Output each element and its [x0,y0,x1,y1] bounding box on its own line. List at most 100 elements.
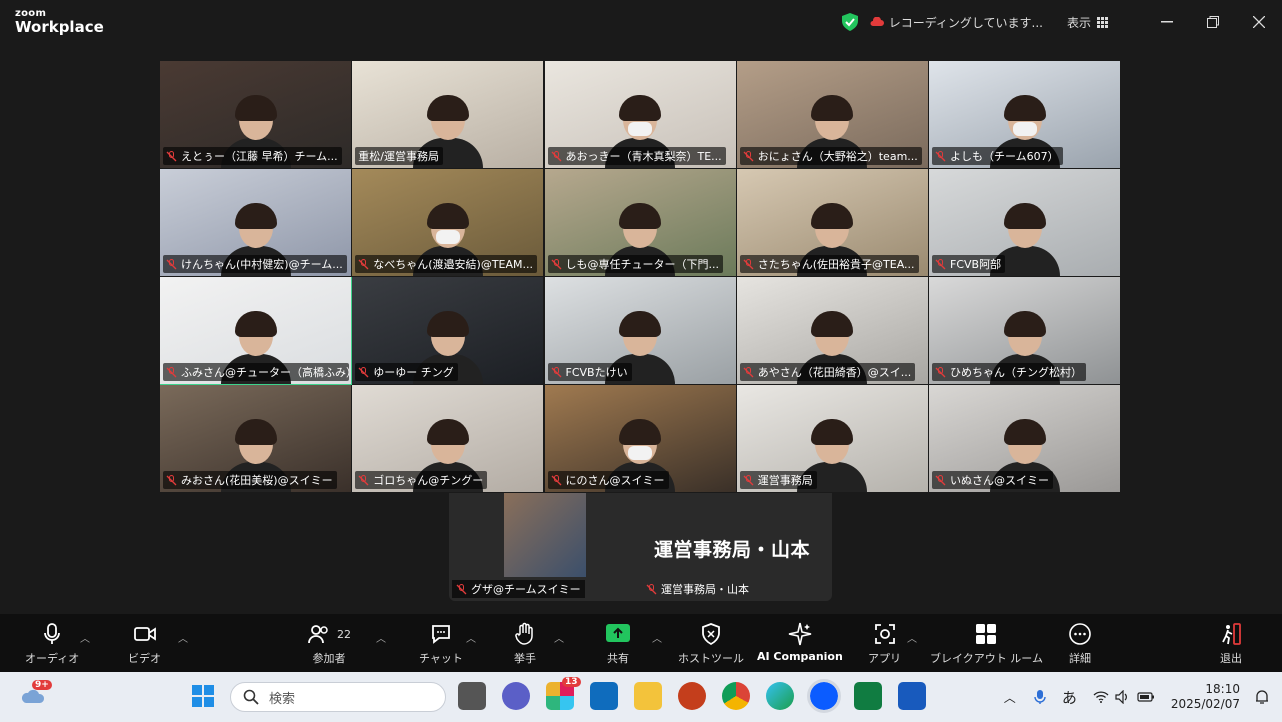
participant-tile[interactable]: FCVB阿部 [929,169,1121,277]
outlook-icon[interactable] [590,682,618,710]
participant-tile[interactable]: ふみさん@チューター（高橋ふみ） [160,277,352,385]
zoom-logo: zoom Workplace [15,9,104,35]
apps-icon [874,624,895,644]
mic-muted-icon [743,150,754,161]
clock[interactable]: 18:10 2025/02/07 [1171,682,1240,712]
host-tools-button[interactable]: ホストツール [678,622,744,666]
clock-time: 18:10 [1205,682,1240,696]
participant-tile[interactable]: いぬさん@スイミー [929,385,1121,493]
participant-tile[interactable]: さたちゃん(佐田裕貴子@TEA... [736,169,929,277]
ai-companion-button[interactable]: AI Companion [757,622,843,663]
excel-icon[interactable] [854,682,882,710]
slack-badge: 13 [562,677,581,687]
mic-muted-icon [743,366,754,377]
wifi-icon[interactable] [1093,691,1109,703]
zoom-taskbar-icon[interactable] [807,679,841,713]
participants-options-caret[interactable]: ︿ [376,630,386,645]
participant-label: ゆーゆー チング [355,363,458,381]
participant-label: おにょさん（大野裕之）team... [739,147,922,165]
video-options-caret[interactable]: ︿ [178,630,188,645]
leave-button[interactable]: 退出 [1219,622,1243,666]
word-icon[interactable] [898,682,926,710]
apps-label: アプリ [868,652,901,665]
participants-label: 参加者 [312,652,346,665]
participant-tile[interactable]: にのさん@スイミー [544,385,737,493]
microphone-icon [44,623,61,644]
video-button[interactable]: ビデオ [128,622,161,666]
tray-overflow-chevron-icon[interactable]: ︿ [1004,689,1016,706]
view-button[interactable]: 表示 [1067,14,1108,31]
participant-tile[interactable]: ゴロちゃん@チングー [352,385,545,493]
slack-icon[interactable]: 13 [546,677,581,710]
participant-label: ふみさん@チューター（高橋ふみ） [163,363,349,381]
participant-name: FCVBたけい [565,366,628,379]
participant-tile[interactable]: なべちゃん(渡邉安結)@TEAM... [352,169,545,277]
speaker-icon[interactable] [1115,690,1131,704]
file-explorer-icon[interactable] [634,682,662,710]
participant-tile[interactable]: よしも（チーム607） [929,61,1121,169]
tray-microphone-icon[interactable] [1034,689,1046,705]
participant-video-thumbnail[interactable] [504,493,586,577]
recording-indicator[interactable]: レコーディングしています... [870,14,1043,31]
apps-options-caret[interactable]: ︿ [907,630,917,645]
participant-tile[interactable]: けんちゃん(中村健宏)@チーム... [160,169,352,277]
audio-options-caret[interactable]: ︿ [80,630,90,645]
more-button[interactable]: 詳細 [1068,622,1092,666]
reactions-options-caret[interactable]: ︿ [554,630,564,645]
chat-options-caret[interactable]: ︿ [466,630,476,645]
raise-hand-button[interactable]: 挙手 [513,622,537,666]
notification-bell-icon[interactable] [1254,689,1270,705]
participant-name: グザ@チームスイミー [471,583,581,596]
chrome-icon[interactable] [722,682,750,710]
windows-taskbar: 9+ 検索 13 ︿ あ 18:10 2025/02/07 [0,672,1282,722]
participant-label: よしも（チーム607） [932,147,1063,165]
participant-tile[interactable]: FCVBたけい [544,277,737,385]
chat-button[interactable]: チャット [419,622,463,666]
participant-tile[interactable]: えとぅー（江藤 早希）チーム... [160,61,352,169]
teams-icon[interactable] [502,682,530,710]
logo-brand-large: Workplace [15,18,104,36]
mic-muted-icon [551,474,561,485]
apps-button[interactable]: アプリ [868,622,901,666]
participants-button[interactable]: 22 参加者 [307,622,351,666]
weather-widget[interactable]: 9+ [20,680,52,706]
participant-tile[interactable]: ゆーゆー チング [352,277,545,385]
taskbar-search-box[interactable]: 検索 [230,682,446,712]
participant-name: ゆーゆー チング [373,366,454,379]
edge-icon[interactable] [766,682,794,710]
participant-label: けんちゃん(中村健宏)@チーム... [163,255,347,273]
restore-button[interactable] [1190,0,1236,44]
participant-tile[interactable]: しも@専任チューター（下門... [544,169,737,277]
participant-tile[interactable]: ひめちゃん（チング松村） [929,277,1121,385]
speaker-label: 運営事務局・山本 [642,580,753,598]
battery-icon[interactable] [1137,691,1155,703]
breakout-rooms-button[interactable]: ブレイクアウト ルーム [930,622,1043,666]
participant-tile[interactable]: おにょさん（大野裕之）team... [736,61,929,169]
hand-icon [515,622,533,645]
start-button[interactable] [189,682,217,710]
meeting-toolbar: オーディオ ︿ ビデオ ︿ 22 参加者 ︿ チャット ︿ 挙手 ︿ 共有 ︿ … [0,614,1282,672]
task-view-icon[interactable] [458,682,486,710]
encryption-shield-icon[interactable] [841,13,858,31]
mic-muted-icon [551,366,561,377]
mic-muted-icon [551,258,561,269]
participant-name: あやさん（花田綺香）@スイ... [757,366,912,379]
minimize-button[interactable] [1144,0,1190,44]
participant-label: あおっきー（青木真梨奈）TE... [547,147,726,165]
mic-muted-icon [358,258,369,269]
participant-name: 重松/運営事務局 [358,150,439,163]
participant-tile[interactable]: あおっきー（青木真梨奈）TE... [544,61,737,169]
share-button[interactable]: 共有 [605,622,631,666]
close-button[interactable] [1236,0,1282,44]
mic-muted-icon [456,583,467,594]
participants-icon [308,625,328,644]
participant-tile[interactable]: みおさん(花田美桜)@スイミー [160,385,352,493]
participant-tile[interactable]: 運営事務局 [736,385,929,493]
participant-tile[interactable]: 重松/運営事務局 [352,61,545,169]
ime-indicator[interactable]: あ [1062,687,1077,708]
mic-muted-icon [166,150,177,161]
participant-tile[interactable]: あやさん（花田綺香）@スイ... [736,277,929,385]
audio-button[interactable]: オーディオ [25,622,79,666]
powerpoint-icon[interactable] [678,682,706,710]
share-options-caret[interactable]: ︿ [652,630,662,645]
